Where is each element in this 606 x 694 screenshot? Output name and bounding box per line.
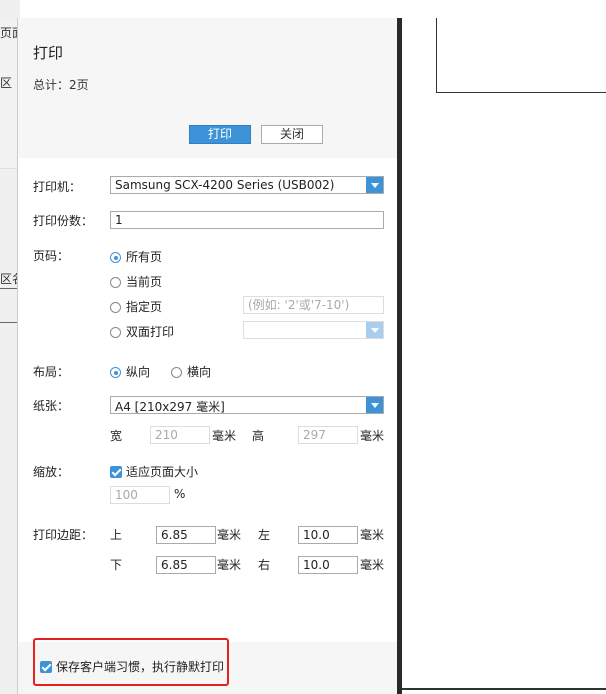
printer-value: Samsung SCX-4200 Series (USB002) <box>115 178 335 192</box>
layout-label: 布局： <box>33 365 70 379</box>
radio-selected-icon <box>110 367 121 378</box>
radio-icon <box>110 327 121 338</box>
printer-select[interactable]: Samsung SCX-4200 Series (USB002) <box>110 176 384 194</box>
fit-page-checkbox[interactable]: 适应页面大小 <box>110 463 198 480</box>
highlight-annotation <box>33 638 229 686</box>
margin-right-unit: 毫米 <box>360 558 385 572</box>
margin-bottom-unit: 毫米 <box>217 558 242 572</box>
height-unit: 毫米 <box>360 429 385 443</box>
scale-input[interactable]: 100 <box>110 486 170 504</box>
margin-bottom-label: 下 <box>110 558 123 572</box>
checkbox-checked-icon <box>110 466 122 478</box>
print-button[interactable]: 打印 <box>189 125 251 144</box>
margin-bottom-input[interactable]: 6.85 <box>156 556 216 574</box>
margin-left-input[interactable]: 10.0 <box>298 526 358 544</box>
width-input[interactable]: 210 <box>150 426 210 444</box>
paper-select[interactable]: A4 [210x297 毫米] <box>110 396 384 414</box>
margin-left-label: 左 <box>258 528 271 542</box>
paper-value: A4 [210x297 毫米] <box>115 400 225 414</box>
paper-label: 纸张： <box>33 399 70 413</box>
background-area-fragment: 区 <box>0 76 13 90</box>
radio-specified-pages[interactable]: 指定页 <box>110 298 162 315</box>
height-input[interactable]: 297 <box>298 426 358 444</box>
copies-label: 打印份数： <box>33 214 94 228</box>
height-label: 高 <box>252 429 265 443</box>
scale-label: 缩放： <box>33 465 70 479</box>
width-unit: 毫米 <box>212 429 237 443</box>
background-divider <box>0 322 18 323</box>
printer-label: 打印机： <box>33 180 82 194</box>
preview-page-edge <box>402 688 606 690</box>
margin-top-unit: 毫米 <box>217 528 242 542</box>
print-dialog: 打印 总计：2页 打印 关闭 打印机： Samsung SCX-4200 Ser… <box>17 18 398 694</box>
total-pages: 总计：2页 <box>33 78 89 92</box>
print-preview <box>402 18 606 694</box>
print-dialog-header: 打印 总计：2页 打印 关闭 <box>18 18 398 158</box>
radio-portrait[interactable]: 纵向 <box>110 363 150 380</box>
margin-top-label: 上 <box>110 528 123 542</box>
pages-label: 页码： <box>33 249 70 263</box>
radio-landscape[interactable]: 横向 <box>171 363 211 380</box>
chevron-down-icon[interactable] <box>366 322 383 338</box>
radio-current-page[interactable]: 当前页 <box>110 273 162 290</box>
radio-icon <box>110 277 121 288</box>
percent-unit: % <box>174 487 186 501</box>
margin-right-label: 右 <box>258 558 271 572</box>
margin-right-input[interactable]: 10.0 <box>298 556 358 574</box>
radio-all-pages[interactable]: 所有页 <box>110 248 162 265</box>
margin-left-unit: 毫米 <box>360 528 385 542</box>
dialog-title: 打印 <box>33 44 64 62</box>
chevron-down-icon[interactable] <box>366 177 383 193</box>
radio-duplex[interactable]: 双面打印 <box>110 323 174 340</box>
page-range-input[interactable]: (例如: '2'或'7-10') <box>243 296 384 314</box>
copies-input[interactable]: 1 <box>110 211 384 229</box>
radio-icon <box>110 302 121 313</box>
duplex-select[interactable] <box>243 321 384 339</box>
margin-label: 打印边距： <box>33 528 94 542</box>
close-button[interactable]: 关闭 <box>261 125 323 144</box>
margin-top-input[interactable]: 6.85 <box>156 526 216 544</box>
chevron-down-icon[interactable] <box>366 397 383 413</box>
radio-selected-icon <box>110 252 121 263</box>
background-divider <box>0 288 18 289</box>
preview-content-box <box>436 18 606 93</box>
radio-icon <box>171 367 182 378</box>
width-label: 宽 <box>110 429 123 443</box>
